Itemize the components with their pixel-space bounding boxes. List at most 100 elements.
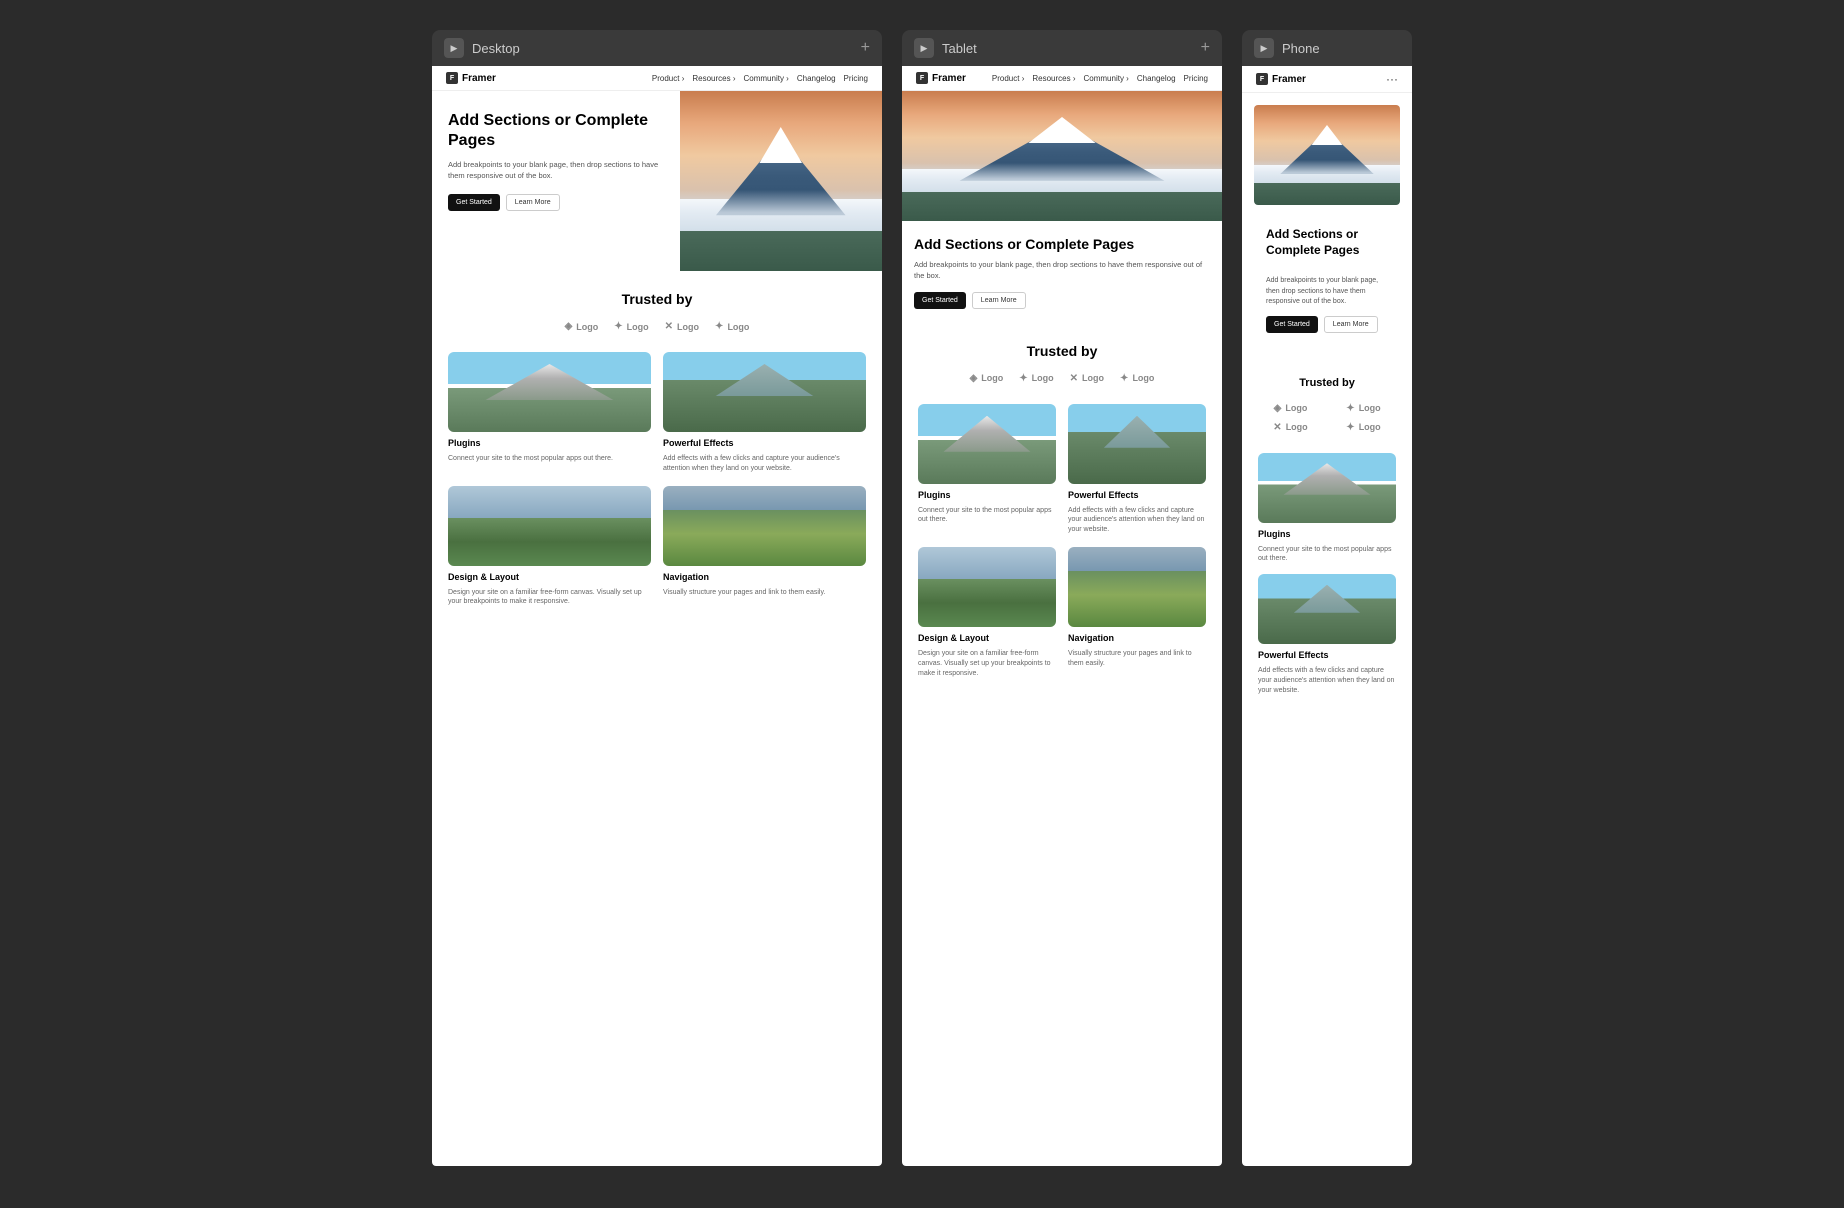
feature-design-image <box>448 486 651 566</box>
tablet-brand: Framer <box>932 73 966 84</box>
desktop-play-icon[interactable] <box>444 38 464 58</box>
feature-navigation: Navigation Visually structure your pages… <box>663 486 866 608</box>
p-logo-2: ✦ Logo <box>1346 403 1380 414</box>
phone-hero: Add Sections or Complete Pages Add break… <box>1242 93 1412 357</box>
p-feature-effects-title: Powerful Effects <box>1258 650 1396 660</box>
phone-hero-image <box>1254 105 1400 205</box>
tablet-nav-links: Product › Resources › Community › Change… <box>992 74 1208 83</box>
phone-hero-title: Add Sections or Complete Pages <box>1254 215 1400 270</box>
t-feature-design-title: Design & Layout <box>918 633 1056 643</box>
t-feature-plugins-desc: Connect your site to the most popular ap… <box>918 506 1056 526</box>
tablet-features-grid: Plugins Connect your site to the most po… <box>918 404 1206 679</box>
t-feature-plugins: Plugins Connect your site to the most po… <box>918 404 1056 535</box>
desktop-add-icon[interactable]: + <box>861 39 870 57</box>
t-feature-navigation: Navigation Visually structure your pages… <box>1068 547 1206 678</box>
phone-title: Phone <box>1282 41 1320 56</box>
phone-menu-icon[interactable]: ··· <box>1386 72 1398 86</box>
t-feature-effects-img <box>1068 404 1206 484</box>
t-feature-design-img <box>918 547 1056 627</box>
logo-item-1: ◈ Logo <box>565 321 599 332</box>
mountain-valley <box>680 231 883 271</box>
feature-design: Design & Layout Design your site on a fa… <box>448 486 651 608</box>
tablet-hero-text: Add Sections or Complete Pages Add break… <box>902 221 1222 323</box>
t-feature-design: Design & Layout Design your site on a fa… <box>918 547 1056 678</box>
tab-nav-resources[interactable]: Resources › <box>1032 74 1075 83</box>
p-feature-plugins-desc: Connect your site to the most popular ap… <box>1258 545 1396 565</box>
p-valley <box>1254 183 1400 205</box>
t-feature-design-desc: Design your site on a familiar free-form… <box>918 649 1056 678</box>
feature-plugins-desc: Connect your site to the most popular ap… <box>448 454 651 464</box>
desktop-frame: F Framer Product › Resources › Community… <box>432 66 882 1166</box>
feature-navigation-image <box>663 486 866 566</box>
t-logo-name-2: Logo <box>1032 373 1054 383</box>
p-logo-4: ✦ Logo <box>1346 422 1380 433</box>
phone-get-started-button[interactable]: Get Started <box>1266 316 1318 333</box>
nav-pricing[interactable]: Pricing <box>844 74 868 83</box>
t-feature-plugins-img <box>918 404 1056 484</box>
p-logo-name-2: Logo <box>1359 403 1381 413</box>
logo-name-4: Logo <box>727 322 749 332</box>
feature-design-desc: Design your site on a familiar free-form… <box>448 588 651 608</box>
logo-item-4: ✦ Logo <box>715 321 749 332</box>
t-feature-effects: Powerful Effects Add effects with a few … <box>1068 404 1206 535</box>
desktop-hero: Add Sections or Complete Pages Add break… <box>432 91 882 271</box>
desktop-trusted-heading: Trusted by <box>448 291 866 307</box>
desktop-hero-text: Add Sections or Complete Pages Add break… <box>432 91 680 271</box>
tablet-logo-grid: ◈ Logo ✦ Logo ✕ Logo ✦ Logo <box>918 373 1206 384</box>
nav-resources[interactable]: Resources › <box>692 74 735 83</box>
phone-framer-icon: F <box>1256 73 1268 85</box>
nav-product[interactable]: Product › <box>652 74 684 83</box>
p-feature-effects-desc: Add effects with a few clicks and captur… <box>1258 666 1396 695</box>
p-logo-icon-3: ✕ <box>1273 422 1281 433</box>
desktop-features: Plugins Connect your site to the most po… <box>432 352 882 627</box>
tab-nav-pricing[interactable]: Pricing <box>1184 74 1208 83</box>
tab-nav-product[interactable]: Product › <box>992 74 1024 83</box>
t-logo-icon-1: ◈ <box>970 373 978 384</box>
tablet-play-icon[interactable] <box>914 38 934 58</box>
desktop-learn-more-button[interactable]: Learn More <box>506 194 560 211</box>
tablet-title: Tablet <box>942 41 977 56</box>
phone-play-icon[interactable] <box>1254 38 1274 58</box>
phone-features-grid: Plugins Connect your site to the most po… <box>1258 453 1396 696</box>
t-feature-effects-title: Powerful Effects <box>1068 490 1206 500</box>
phone-hero-buttons: Get Started Learn More <box>1254 316 1400 345</box>
tablet-learn-more-button[interactable]: Learn More <box>972 292 1026 309</box>
tablet-header-left: Tablet <box>914 38 977 58</box>
phone-header: Phone <box>1242 30 1412 66</box>
feature-effects-image <box>663 352 866 432</box>
desktop-header-left: Desktop <box>444 38 520 58</box>
tablet-hero-buttons: Get Started Learn More <box>914 292 1210 309</box>
phone-learn-more-button[interactable]: Learn More <box>1324 316 1378 333</box>
logo-name-1: Logo <box>576 322 598 332</box>
tab-nav-changelog[interactable]: Changelog <box>1137 74 1176 83</box>
t-feature-nav-img <box>1068 547 1206 627</box>
t-feature-nav-title: Navigation <box>1068 633 1206 643</box>
t-logo-name-1: Logo <box>981 373 1003 383</box>
nav-changelog[interactable]: Changelog <box>797 74 836 83</box>
tablet-mountain-scene <box>902 91 1222 221</box>
phone-brand: Framer <box>1272 74 1306 85</box>
desktop-device: Desktop + F Framer Product › Resources ›… <box>432 30 882 1166</box>
phone-logo: F Framer <box>1256 73 1306 85</box>
t-logo-icon-4: ✦ <box>1120 373 1128 384</box>
tab-nav-community[interactable]: Community › <box>1084 74 1129 83</box>
desktop-get-started-button[interactable]: Get Started <box>448 194 500 211</box>
tablet-hero-image <box>902 91 1222 221</box>
feature-effects-title: Powerful Effects <box>663 438 866 448</box>
logo-item-3: ✕ Logo <box>665 321 699 332</box>
t-valley <box>902 192 1222 221</box>
t-feature-effects-desc: Add effects with a few clicks and captur… <box>1068 506 1206 535</box>
tablet-navbar: F Framer Product › Resources › Community… <box>902 66 1222 91</box>
phone-features: Plugins Connect your site to the most po… <box>1242 453 1412 716</box>
tablet-device: Tablet + F Framer Product › Resources › … <box>902 30 1222 1166</box>
desktop-logo-grid: ◈ Logo ✦ Logo ✕ Logo ✦ Logo <box>448 321 866 332</box>
nav-community[interactable]: Community › <box>744 74 789 83</box>
tablet-hero-title: Add Sections or Complete Pages <box>914 235 1210 253</box>
tablet-add-icon[interactable]: + <box>1201 39 1210 57</box>
phone-frame: F Framer ··· Add Sections or Complete Pa… <box>1242 66 1412 1166</box>
tablet-get-started-button[interactable]: Get Started <box>914 292 966 309</box>
t-logo-icon-2: ✦ <box>1019 373 1027 384</box>
feature-navigation-desc: Visually structure your pages and link t… <box>663 588 866 598</box>
tablet-logo: F Framer <box>916 72 966 84</box>
p-logo-icon-4: ✦ <box>1346 422 1354 433</box>
